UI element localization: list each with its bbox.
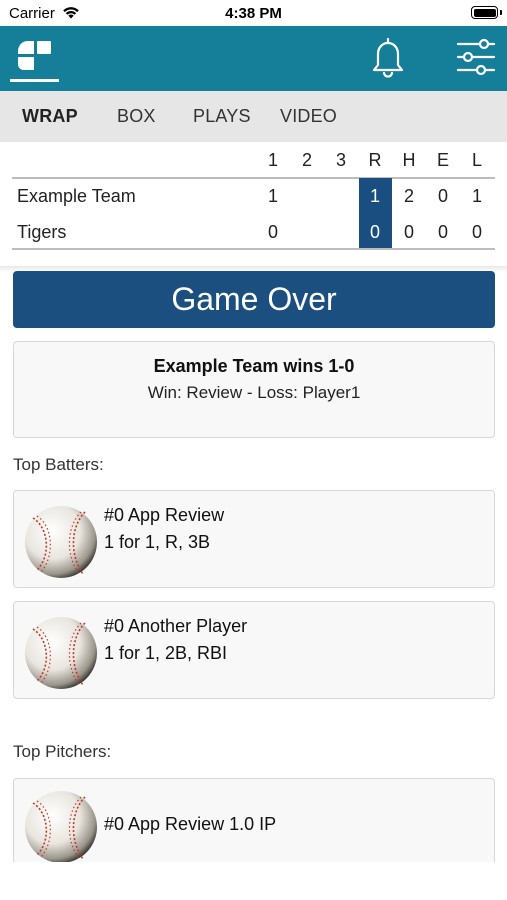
baseball-icon: [24, 790, 98, 864]
batter-card[interactable]: #0 Another Player 1 for 1, 2B, RBI: [13, 601, 495, 699]
tab-bar: WRAP BOX PLAYS VIDEO: [0, 91, 507, 142]
inning-1-header: 1: [267, 150, 278, 170]
home-lob: 0: [471, 222, 482, 242]
linescore-top-rule: [12, 177, 495, 179]
batter-name: #0 App Review: [104, 505, 225, 525]
app-header: [0, 26, 507, 91]
team-name-away: Example Team: [17, 186, 136, 206]
baseball-icon: [24, 505, 98, 579]
away-runs: 1: [369, 186, 380, 206]
baseball-icon: [24, 616, 98, 690]
inning-3-header: 3: [335, 150, 346, 170]
battery-icon: [471, 6, 498, 19]
errors-header: E: [436, 150, 449, 170]
home-inning-1: 0: [267, 222, 278, 242]
logo-underline: [10, 79, 59, 82]
away-inning-1: 1: [267, 186, 278, 206]
tab-wrap[interactable]: WRAP: [22, 106, 78, 127]
tab-box[interactable]: BOX: [117, 106, 156, 127]
batter-line: 1 for 1, R, 3B: [104, 532, 211, 552]
home-runs: 0: [369, 222, 380, 242]
pitcher-name: #0 App Review 1.0 IP: [104, 814, 277, 834]
tab-plays[interactable]: PLAYS: [193, 106, 251, 127]
runs-header: R: [368, 150, 382, 170]
app-logo-icon[interactable]: [15, 37, 53, 73]
top-batters-label: Top Batters:: [13, 455, 104, 474]
bell-icon[interactable]: [367, 35, 409, 79]
away-hits: 2: [403, 186, 414, 206]
pitching-decision: Win: Review - Loss: Player1: [147, 383, 361, 402]
hits-header: H: [402, 150, 416, 170]
status-bar: Carrier 4:38 PM: [0, 0, 507, 26]
status-time: 4:38 PM: [225, 5, 282, 22]
away-lob: 1: [471, 186, 482, 206]
tab-video[interactable]: VIDEO: [280, 106, 337, 127]
result-headline: Example Team wins 1-0: [153, 356, 355, 376]
inning-2-header: 2: [301, 150, 312, 170]
battery-tip: [500, 10, 502, 15]
away-errors: 0: [437, 186, 448, 206]
game-status-banner: Game Over: [13, 271, 495, 328]
batter-line: 1 for 1, 2B, RBI: [104, 643, 228, 663]
linescore-bottom-rule: [12, 248, 495, 250]
batter-card[interactable]: #0 App Review 1 for 1, R, 3B: [13, 490, 495, 588]
sliders-icon[interactable]: [454, 35, 498, 79]
home-errors: 0: [437, 222, 448, 242]
home-hits: 0: [403, 222, 414, 242]
top-pitchers-label: Top Pitchers:: [13, 742, 112, 761]
bottom-safe-area: [0, 862, 507, 900]
team-name-home: Tigers: [17, 222, 67, 242]
linescore: 1 2 3 R H E L Example Team 1 1 2 0 1 Tig…: [0, 142, 507, 266]
batter-name: #0 Another Player: [104, 616, 248, 636]
result-card: Example Team wins 1-0 Win: Review - Loss…: [13, 341, 495, 438]
lob-header: L: [471, 150, 482, 170]
